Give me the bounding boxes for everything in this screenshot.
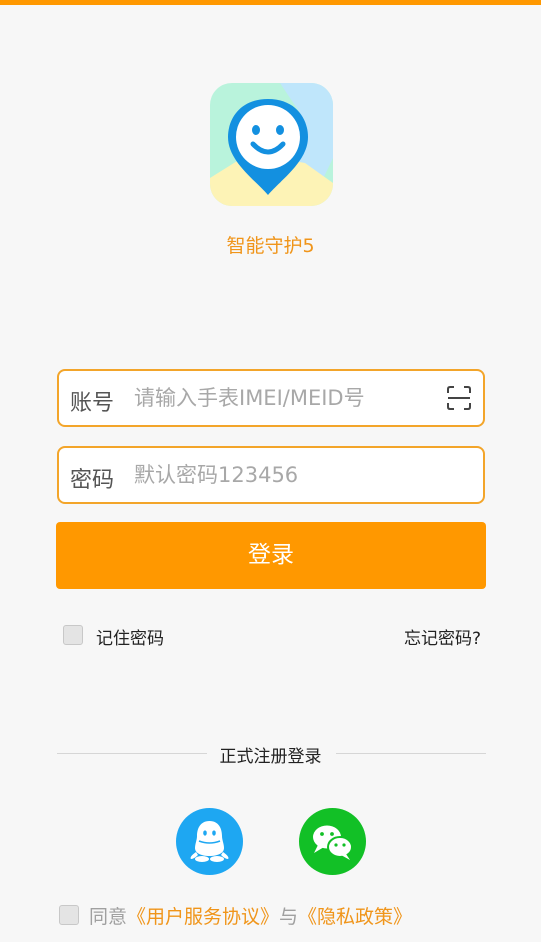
account-field[interactable]: 账号 <box>57 369 485 427</box>
password-field[interactable]: 密码 <box>57 446 485 504</box>
password-input[interactable] <box>134 456 434 494</box>
top-accent-bar <box>0 0 541 5</box>
remember-label: 记住密码 <box>96 629 164 649</box>
app-name: 智能守护5 <box>226 235 315 257</box>
agreement-text: 同意《用户服务协议》与《隐私政策》 <box>89 902 412 929</box>
qq-icon <box>190 821 229 862</box>
privacy-link[interactable]: 《隐私政策》 <box>298 906 412 928</box>
qq-login-button[interactable] <box>176 808 243 875</box>
account-input[interactable] <box>134 379 434 417</box>
agreement-and: 与 <box>279 906 299 928</box>
scan-icon[interactable] <box>446 385 472 411</box>
remember-checkbox[interactable] <box>63 625 83 645</box>
agreement-checkbox[interactable] <box>59 905 79 925</box>
divider-text: 正式注册登录 <box>219 747 322 767</box>
wechat-icon <box>313 825 353 860</box>
agreement-prefix: 同意 <box>89 906 128 928</box>
password-label: 密码 <box>70 468 115 493</box>
terms-link[interactable]: 《用户服务协议》 <box>127 906 279 928</box>
forgot-password-link[interactable]: 忘记密码? <box>404 624 481 649</box>
wechat-login-button[interactable] <box>299 808 366 875</box>
login-button[interactable]: 登录 <box>56 522 486 589</box>
app-logo-icon <box>210 83 333 206</box>
account-label: 账号 <box>70 391 115 416</box>
